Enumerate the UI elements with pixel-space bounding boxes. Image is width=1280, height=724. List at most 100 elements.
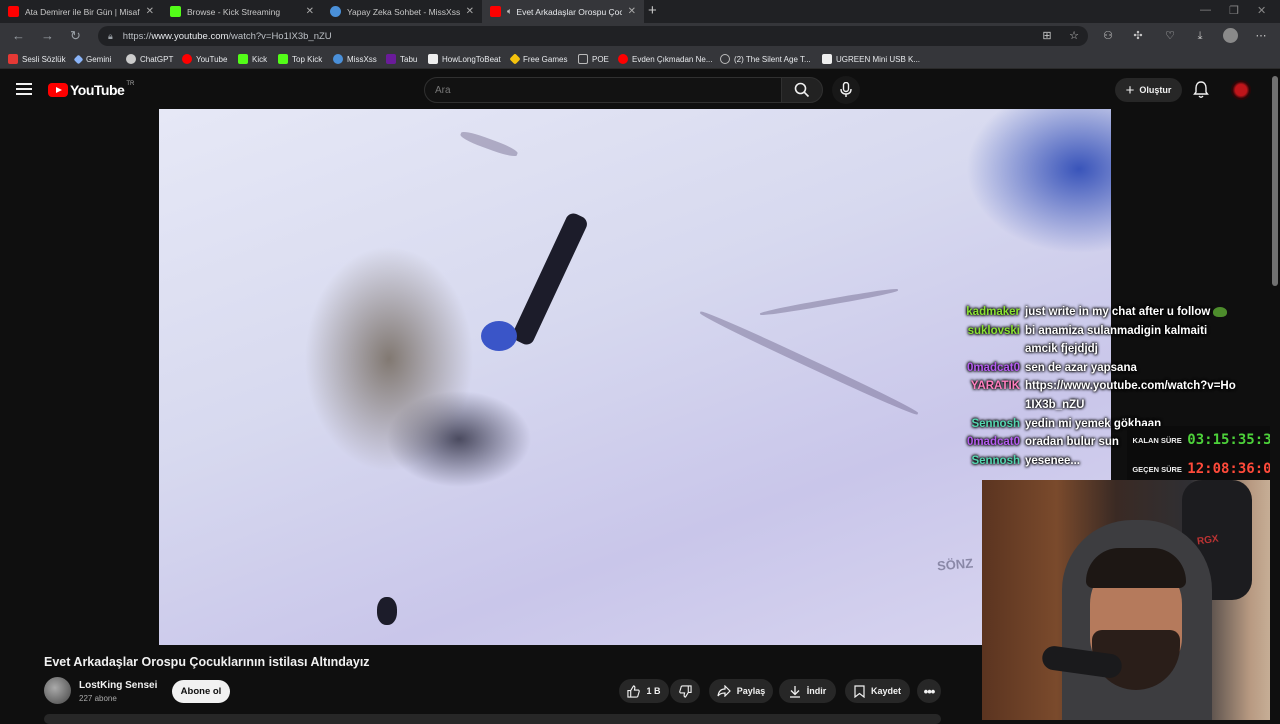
- search-button[interactable]: [781, 77, 823, 103]
- channel-avatar[interactable]: [44, 677, 71, 704]
- lock-icon: 🔒︎: [108, 30, 113, 41]
- bookmark-poe[interactable]: POE: [578, 52, 609, 66]
- bookmark-gemini[interactable]: Gemini: [73, 52, 112, 66]
- like-button[interactable]: 1 B: [619, 679, 669, 703]
- bookmark-label: Kick: [252, 54, 268, 64]
- account-avatar[interactable]: [1231, 80, 1251, 100]
- bookmark-label: Gemini: [86, 54, 112, 64]
- browser-essentials-icon[interactable]: ♡: [1163, 29, 1177, 43]
- browser-toolbar: ← → ↻ 🔒︎ https://www.youtube.com/watch?v…: [0, 23, 1280, 49]
- streamer-hair: [1086, 548, 1186, 588]
- kick-favicon-icon: [170, 6, 181, 17]
- pepe-emote-icon: [1213, 306, 1228, 317]
- kick-icon: [238, 54, 248, 64]
- bookmark-free-games[interactable]: Free Games: [509, 52, 567, 66]
- bookmark-sesli-sozluk[interactable]: Sesli Sözlük: [8, 52, 66, 66]
- hltb-icon: [428, 54, 438, 64]
- bookmark-label: POE: [592, 54, 609, 64]
- bookmark-ugreen[interactable]: UGREEN Mini USB K...: [822, 52, 920, 66]
- reload-icon[interactable]: ↻: [70, 29, 81, 43]
- stream-timer-overlay: KALAN SÜRE 03:15:35:33 GEÇEN SÜRE 12:08:…: [1127, 426, 1280, 482]
- page-scrollbar[interactable]: [1270, 70, 1280, 720]
- profile-icon[interactable]: [1223, 28, 1238, 43]
- bookmark-icon: [8, 54, 18, 64]
- extensions-icon[interactable]: ✣: [1131, 29, 1145, 43]
- bookmark-youtube[interactable]: YouTube: [182, 52, 227, 66]
- share-label: Paylaş: [736, 686, 766, 696]
- download-button[interactable]: İndir: [779, 679, 836, 703]
- dislike-button[interactable]: [670, 679, 700, 703]
- notifications-bell-icon[interactable]: [1193, 81, 1209, 99]
- close-tab-icon[interactable]: ✕: [466, 6, 474, 17]
- close-tab-icon[interactable]: ✕: [146, 6, 154, 17]
- close-tab-icon[interactable]: ✕: [306, 6, 314, 17]
- address-bar[interactable]: 🔒︎ https://www.youtube.com/watch?v=Ho1IX…: [98, 26, 1088, 46]
- download-label: İndir: [806, 686, 827, 696]
- search-icon: [794, 82, 810, 98]
- thumbs-up-icon: [627, 684, 641, 698]
- forward-icon[interactable]: →: [41, 29, 54, 43]
- maximize-icon[interactable]: ❐: [1229, 4, 1239, 17]
- bookmark-label: HowLongToBeat: [442, 54, 501, 64]
- new-tab-button[interactable]: +: [648, 2, 657, 19]
- video-frame-detail: [459, 129, 519, 159]
- bookmark-star-icon[interactable]: ☆: [1067, 29, 1081, 43]
- chat-message: 0madcat0 sen de azar yapsana: [940, 359, 1240, 378]
- youtube-logo[interactable]: YouTube TR: [48, 81, 135, 98]
- save-button[interactable]: Kaydet: [845, 679, 910, 703]
- elapsed-time-value: 12:08:36:04: [1187, 461, 1280, 477]
- close-tab-icon[interactable]: ✕: [628, 6, 636, 17]
- bookmark-howlongtobeat[interactable]: HowLongToBeat: [428, 52, 501, 66]
- country-code: TR: [126, 81, 135, 87]
- bookmark-label: UGREEN Mini USB K...: [836, 54, 921, 64]
- browser-tab-2[interactable]: Browse - Kick Streaming ✕: [162, 0, 322, 23]
- like-count: 1 B: [646, 686, 661, 696]
- close-window-icon[interactable]: ✕: [1257, 4, 1266, 17]
- browser-tab-3[interactable]: Yapay Zeka Sohbet - MissXss AI F ✕: [322, 0, 482, 23]
- bookmark-missxss[interactable]: MissXss: [333, 52, 377, 66]
- hamburger-menu-icon[interactable]: [16, 83, 32, 97]
- browser-tab-strip: Ata Demirer ile Bir Gün | Misafirin ✕ Br…: [0, 0, 1280, 23]
- game-controller-icon[interactable]: ⚇: [1101, 29, 1115, 43]
- browser-tab-active[interactable]: 🔈︎ Evet Arkadaşlar Orospu Çocu ✕: [482, 0, 644, 23]
- create-button[interactable]: + Oluştur: [1115, 78, 1182, 102]
- video-frame-detail: [698, 308, 920, 418]
- speaker-icon[interactable]: 🔈︎: [507, 6, 512, 17]
- chat-username: kadmaker: [966, 306, 1020, 318]
- subscribe-button[interactable]: Abone ol: [172, 680, 230, 703]
- youtube-play-logo-icon: [48, 83, 68, 97]
- chat-username: suklovski: [967, 324, 1020, 337]
- chat-username: 0madcat0: [966, 361, 1020, 374]
- bookmark-silent-age[interactable]: (2) The Silent Age T...: [720, 52, 811, 66]
- missxss-icon: [333, 54, 343, 64]
- chat-username: Sennosh: [971, 454, 1020, 467]
- browser-tab-1[interactable]: Ata Demirer ile Bir Gün | Misafirin ✕: [0, 0, 162, 23]
- bookmark-evden-cikmadan[interactable]: Evden Çıkmadan Ne...: [618, 52, 712, 66]
- back-icon[interactable]: ←: [12, 29, 25, 43]
- streamer-webcam: RGX: [982, 480, 1280, 720]
- minimize-icon[interactable]: —: [1200, 4, 1211, 16]
- voice-search-button[interactable]: [832, 76, 860, 104]
- channel-name[interactable]: LostKing Sensei: [79, 680, 157, 691]
- tabu-icon: [386, 54, 396, 64]
- bookmark-kick[interactable]: Kick: [238, 52, 267, 66]
- share-button[interactable]: Paylaş: [709, 679, 773, 703]
- chat-text: sen de azar yapsana: [1025, 361, 1137, 374]
- menu-dots-icon[interactable]: ⋯: [1254, 29, 1268, 43]
- chat-text: just write in my chat after u follow: [1025, 306, 1211, 318]
- bookmark-top-kick[interactable]: Top Kick: [278, 52, 322, 66]
- chat-username: YARATIK: [970, 380, 1020, 393]
- chat-text: bi anamiza sulanmadigin kalmaiti amcik f…: [1025, 324, 1208, 356]
- description-box[interactable]: [44, 714, 941, 724]
- more-actions-button[interactable]: •••: [917, 679, 941, 703]
- tab-title: Evet Arkadaşlar Orospu Çocu: [516, 6, 622, 17]
- chat-message-text: just write in my chat after u follow: [1025, 303, 1240, 322]
- scrollbar-thumb[interactable]: [1272, 76, 1278, 286]
- bookmark-tabu[interactable]: Tabu: [386, 52, 417, 66]
- downloads-icon[interactable]: ⤓: [1193, 29, 1207, 43]
- bookmark-chatgpt[interactable]: ChatGPT: [126, 52, 173, 66]
- bookmark-label: Tabu: [400, 54, 418, 64]
- search-input[interactable]: [425, 78, 781, 102]
- chatgpt-icon: [126, 54, 136, 64]
- app-install-icon[interactable]: ⊞: [1040, 29, 1054, 43]
